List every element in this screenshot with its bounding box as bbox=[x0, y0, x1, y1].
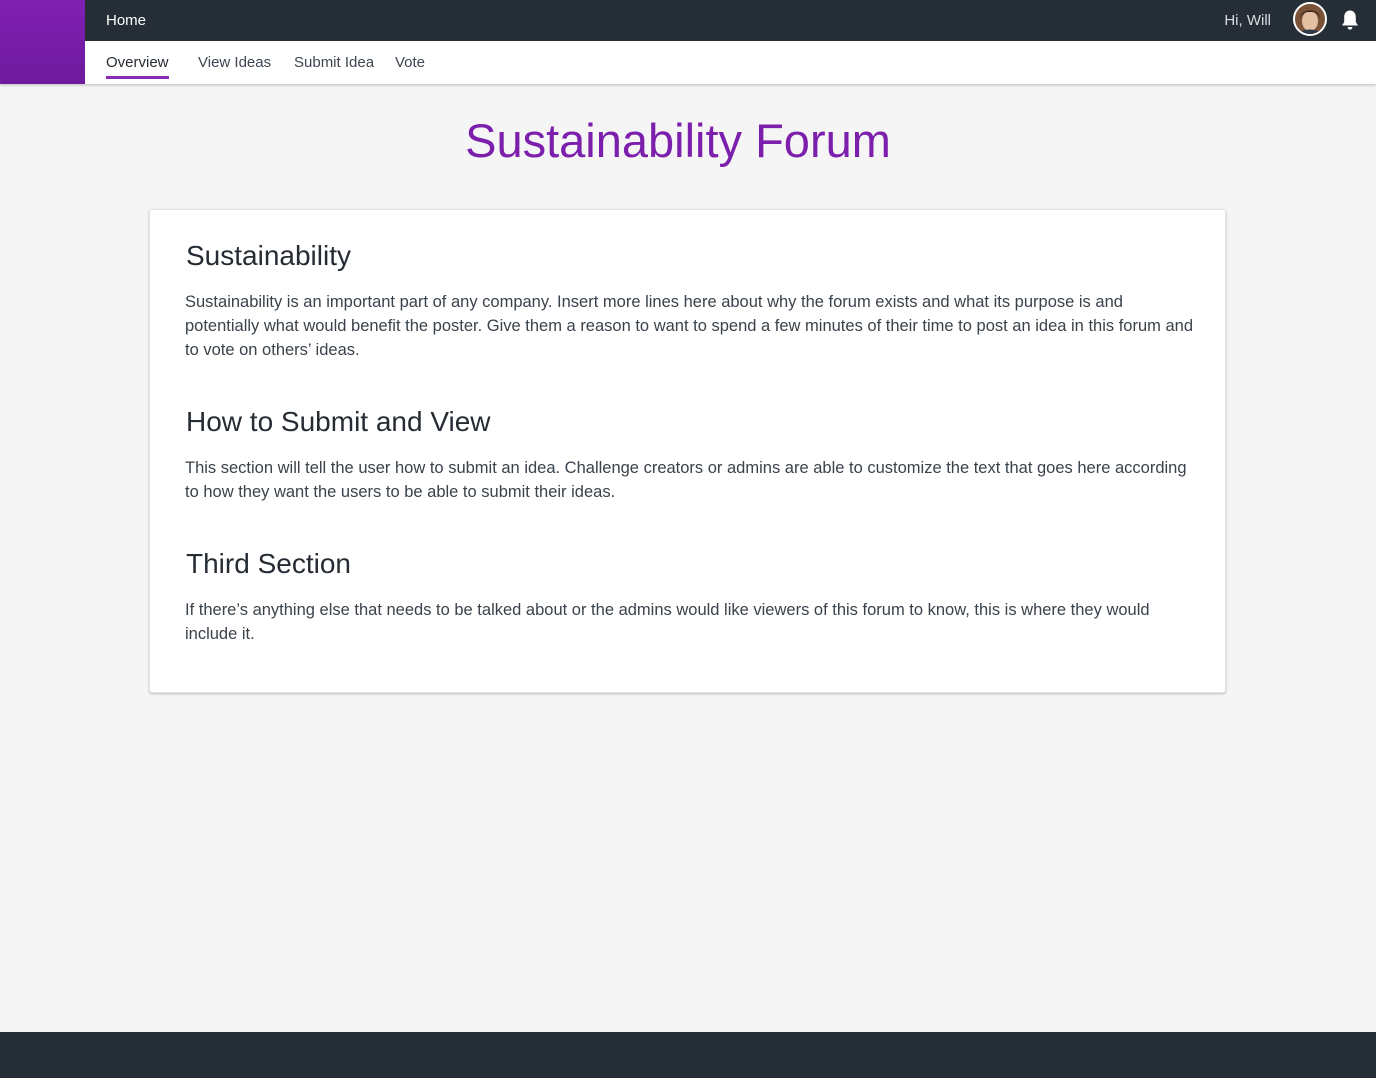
top-bar: Home Hi, Will bbox=[0, 0, 1376, 41]
section-title-sustainability: Sustainability bbox=[186, 240, 351, 271]
user-greeting: Hi, Will bbox=[1224, 12, 1271, 29]
footer-bar bbox=[0, 1032, 1376, 1078]
tab-vote[interactable]: Vote bbox=[395, 54, 425, 76]
content-card: Sustainability Sustainability is an impo… bbox=[149, 209, 1226, 693]
secondary-nav: Overview View Ideas Submit Idea Vote bbox=[0, 41, 1376, 84]
section-text-how-to-submit: This section will tell the user how to s… bbox=[185, 459, 1187, 501]
user-avatar-icon[interactable] bbox=[1293, 2, 1327, 36]
tab-submit-idea[interactable]: Submit Idea bbox=[294, 54, 374, 76]
section-text-sustainability: Sustainability is an important part of a… bbox=[185, 293, 1193, 359]
bell-icon[interactable] bbox=[1340, 9, 1360, 31]
section-title-third: Third Section bbox=[186, 548, 351, 579]
tab-view-ideas[interactable]: View Ideas bbox=[198, 54, 271, 76]
brand-logo-block[interactable] bbox=[0, 0, 85, 84]
page: Home Hi, Will Overview View Ideas Submit… bbox=[0, 0, 1376, 1078]
home-link[interactable]: Home bbox=[106, 12, 146, 29]
tab-overview[interactable]: Overview bbox=[106, 54, 169, 79]
page-title: Sustainability Forum bbox=[465, 114, 891, 167]
section-title-how-to-submit: How to Submit and View bbox=[186, 406, 491, 437]
section-text-third: If there’s anything else that needs to b… bbox=[185, 601, 1150, 643]
